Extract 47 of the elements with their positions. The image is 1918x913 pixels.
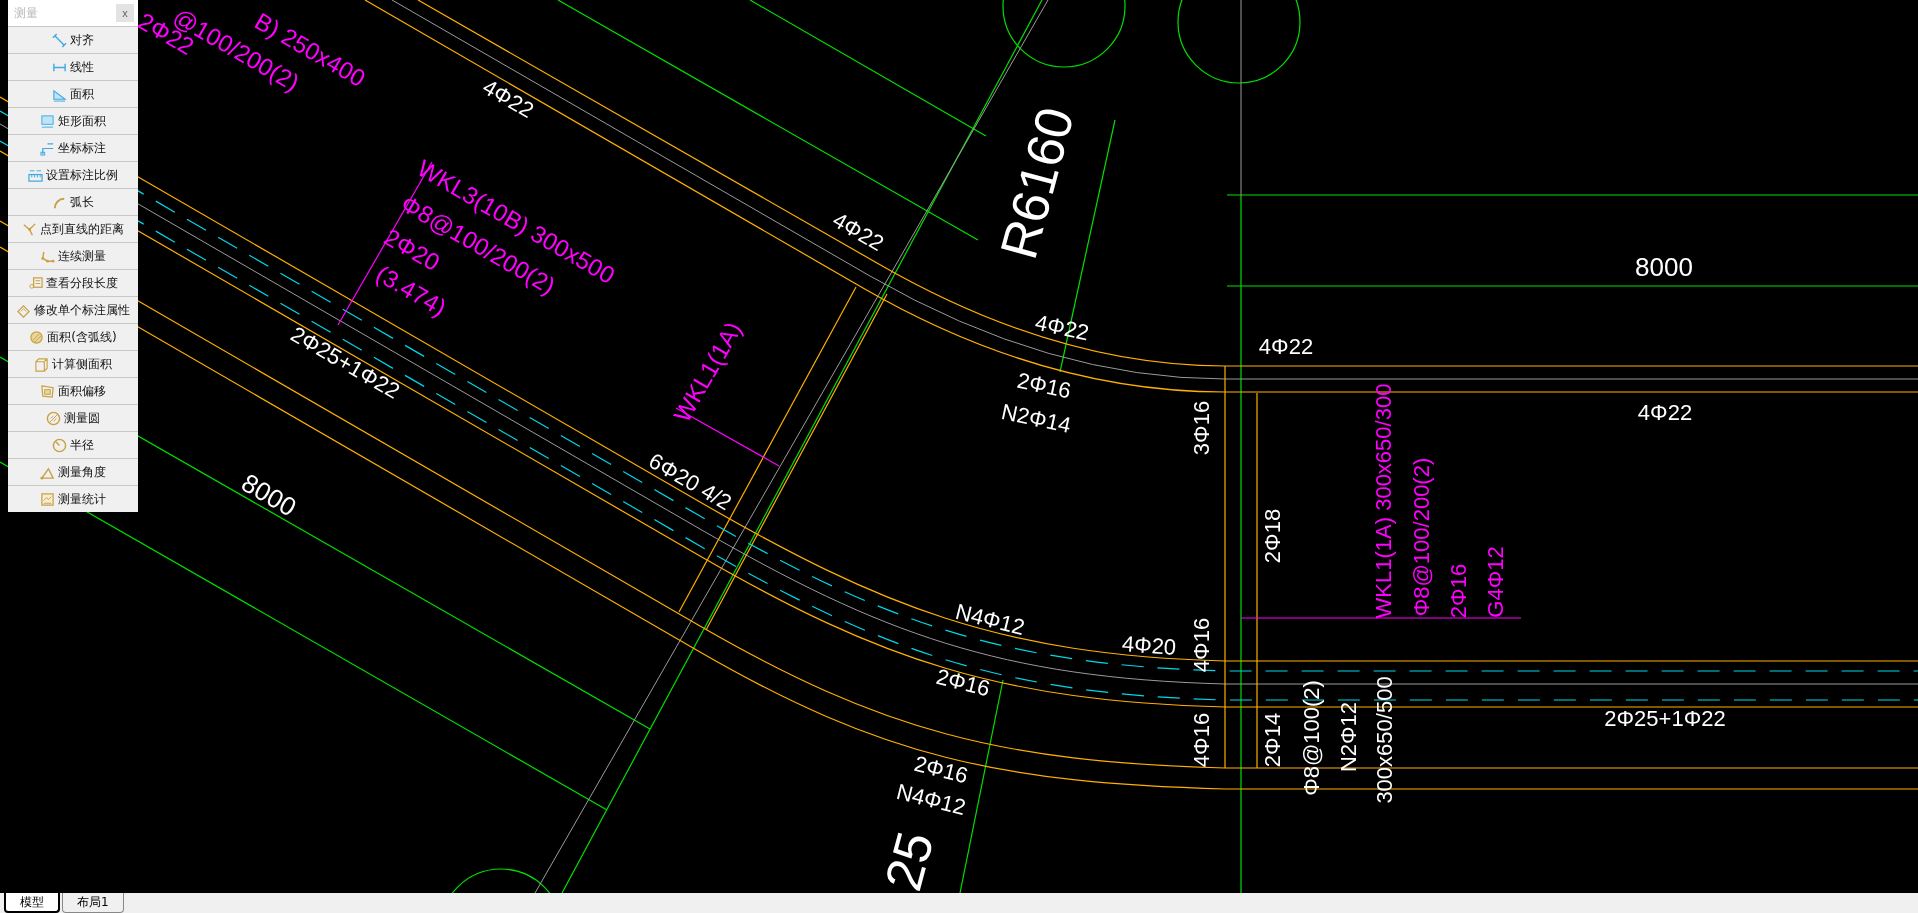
diagonal-dimension-icon: [52, 32, 67, 48]
dimension-label: G4Φ12: [1485, 546, 1507, 618]
layout-tab[interactable]: 模型: [4, 893, 60, 913]
dimension-label: 2Φ25+1Φ22: [1604, 708, 1726, 730]
dimension-label: 6Φ20 4/2: [645, 449, 735, 515]
dimension-label: 8000: [1635, 254, 1693, 280]
edit-dimension-icon: [16, 302, 31, 318]
dimension-label: 2Φ16: [934, 665, 992, 701]
close-button[interactable]: x: [116, 4, 134, 22]
dimension-label: 4Φ22: [1258, 336, 1314, 358]
angle-icon: [40, 464, 55, 480]
point-line-icon: [22, 221, 37, 237]
dimension-label: 8000: [237, 469, 301, 521]
dimension-label: 25: [876, 826, 942, 893]
box-icon: [34, 356, 49, 372]
dimension-label: N2Φ12: [1338, 701, 1360, 773]
coordinate-icon: [40, 140, 55, 156]
dimension-label: 4Φ22: [1033, 311, 1091, 345]
dimension-label: Φ8@100/200(2): [1411, 457, 1433, 617]
circle-measure-icon: [46, 410, 61, 426]
dimension-label: N4Φ12: [953, 600, 1027, 640]
dimension-label: Φ8@100(2): [1301, 680, 1323, 796]
dimension-label: R6160: [992, 102, 1082, 264]
dimension-label: 4Φ22: [1637, 402, 1693, 424]
chart-sheet-icon: [40, 491, 55, 507]
dimension-label: WKL1(1A) 300x650/300: [1373, 383, 1395, 619]
dimension-label: N2Φ14: [999, 400, 1073, 438]
hatched-circle-icon: [29, 329, 45, 345]
dimension-label: 4Φ16: [1191, 617, 1213, 673]
offset-area-icon: [40, 383, 55, 399]
dimension-label: 2Φ14: [1262, 712, 1284, 768]
radius-icon: [52, 437, 67, 453]
dimension-label: 3Φ16: [1191, 400, 1213, 456]
dimension-label: 4Φ20: [1121, 633, 1177, 659]
dimension-label: 300x650/500: [1374, 676, 1396, 804]
dimension-label: 4Φ22: [479, 75, 537, 123]
panel-title: 测量: [14, 4, 38, 22]
dimension-label: 4Φ22: [829, 208, 887, 256]
dimension-label: 2Φ16: [912, 752, 970, 788]
ruler-icon: [28, 167, 43, 183]
hatched-rectangle-icon: [40, 113, 55, 129]
layout-tab[interactable]: 布局1: [62, 893, 124, 913]
dimension-label: 2Φ18: [1262, 508, 1284, 564]
dimension-label: 2Φ16: [1448, 563, 1470, 619]
dimension-label: 4Φ16: [1191, 712, 1213, 768]
dimension-label: 2Φ16: [1015, 369, 1073, 403]
segment-list-icon: [28, 275, 43, 291]
